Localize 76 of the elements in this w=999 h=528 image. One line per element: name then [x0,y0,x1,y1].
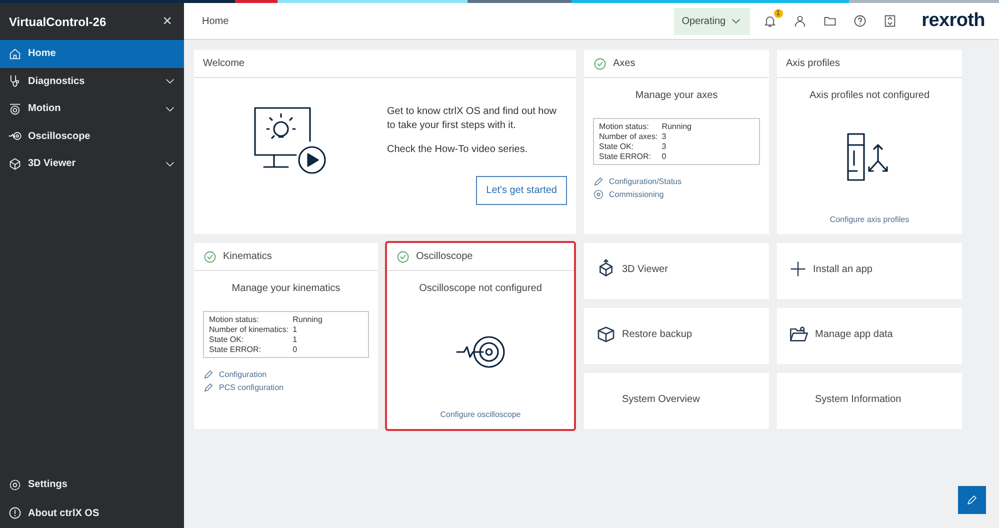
status-label: State ERROR: [209,345,262,354]
folder-icon [789,324,809,344]
app-tile[interactable]: 3D Viewer [584,243,769,299]
logo: rexroth [922,10,985,32]
status-value: 0 [292,345,298,354]
status-value: 1 [292,325,298,334]
stethoscope-icon [8,74,22,88]
check-icon [593,56,607,70]
welcome-text: Check the How-To video series. [387,143,529,157]
status-value: 3 [662,132,668,141]
card-link[interactable]: PCS configuration [203,382,369,393]
card-title: Oscilloscope [416,251,473,262]
gear-icon [593,189,604,200]
status-label: Number of axes: [599,132,658,141]
check-icon [203,250,217,264]
nav-item[interactable]: About ctrlX OS [0,500,184,527]
welcome-text: Get to know ctrlX OS and find out how to take your first steps with it. [387,105,558,133]
card-title: Axis profiles [786,58,840,69]
nav-item[interactable]: Home [0,40,184,68]
app-tile[interactable]: System Information [777,373,962,429]
plus-icon [789,260,807,278]
configure-link[interactable]: Configure oscilloscope [440,410,521,419]
nav-item[interactable]: Diagnostics [0,68,184,95]
status-label: State OK: [599,142,635,151]
status-value: 0 [662,152,668,161]
status-label: State ERROR: [599,152,652,161]
card-title: Axes [613,58,636,69]
nav-item[interactable]: Settings [0,471,184,498]
card-title: Welcome [203,58,244,69]
status-label: Number of kinematics: [209,325,289,334]
status-label: State OK: [209,335,245,344]
house-icon [8,46,22,61]
status-value: 1 [292,335,298,344]
close-button[interactable]: × [158,12,176,30]
status-value: Running [662,122,693,131]
nav-item[interactable]: Motion [0,95,184,122]
app-tile[interactable]: Manage app data [777,308,962,364]
bell-icon [762,14,777,28]
pencil-icon [966,494,978,506]
card-link[interactable]: Commissioning [593,189,760,200]
mode-dropdown[interactable]: Operating [674,8,750,34]
pencil-icon [203,369,214,380]
status-label: Motion status: [599,122,650,131]
app-tile[interactable]: System Overview [584,373,769,429]
card-link[interactable]: Configuration/Status [593,176,760,187]
motion-icon [8,102,22,116]
box-icon [596,324,616,344]
nav-item[interactable]: 3D Viewer [0,150,184,178]
app-tile[interactable]: Install an app [777,243,962,299]
card-title: Kinematics [223,251,272,262]
status-label: Motion status: [209,315,260,324]
configure-link[interactable]: Configure axis profiles [830,215,910,224]
folder-icon [822,14,837,28]
help-icon [852,14,867,28]
oscilloscope-target-drawing [454,334,506,370]
status-value: Running [292,315,324,324]
screen-icon [882,14,897,28]
breadcrumb: Home [202,16,230,26]
pencil-icon [593,176,604,187]
user-icon [792,14,807,28]
cube-icon [8,156,22,171]
edit-button[interactable] [958,486,986,514]
check-icon [396,250,410,264]
gear-icon [8,478,22,492]
status-value: 3 [662,142,668,151]
card-subtitle: Axis profiles not configured [809,90,930,101]
pencil-icon [203,382,214,393]
get-started-button[interactable]: Let's get started [476,176,567,205]
device-name: VirtualControl-26 [9,14,106,28]
card-link[interactable]: Configuration [203,369,369,380]
app-tile[interactable]: Restore backup [584,308,769,364]
info-icon [8,506,22,520]
nav-item[interactable]: Oscilloscope [0,122,184,150]
card-subtitle: Manage your axes [635,90,718,101]
card-subtitle: Oscilloscope not configured [419,283,542,294]
card-subtitle: Manage your kinematics [232,283,340,294]
